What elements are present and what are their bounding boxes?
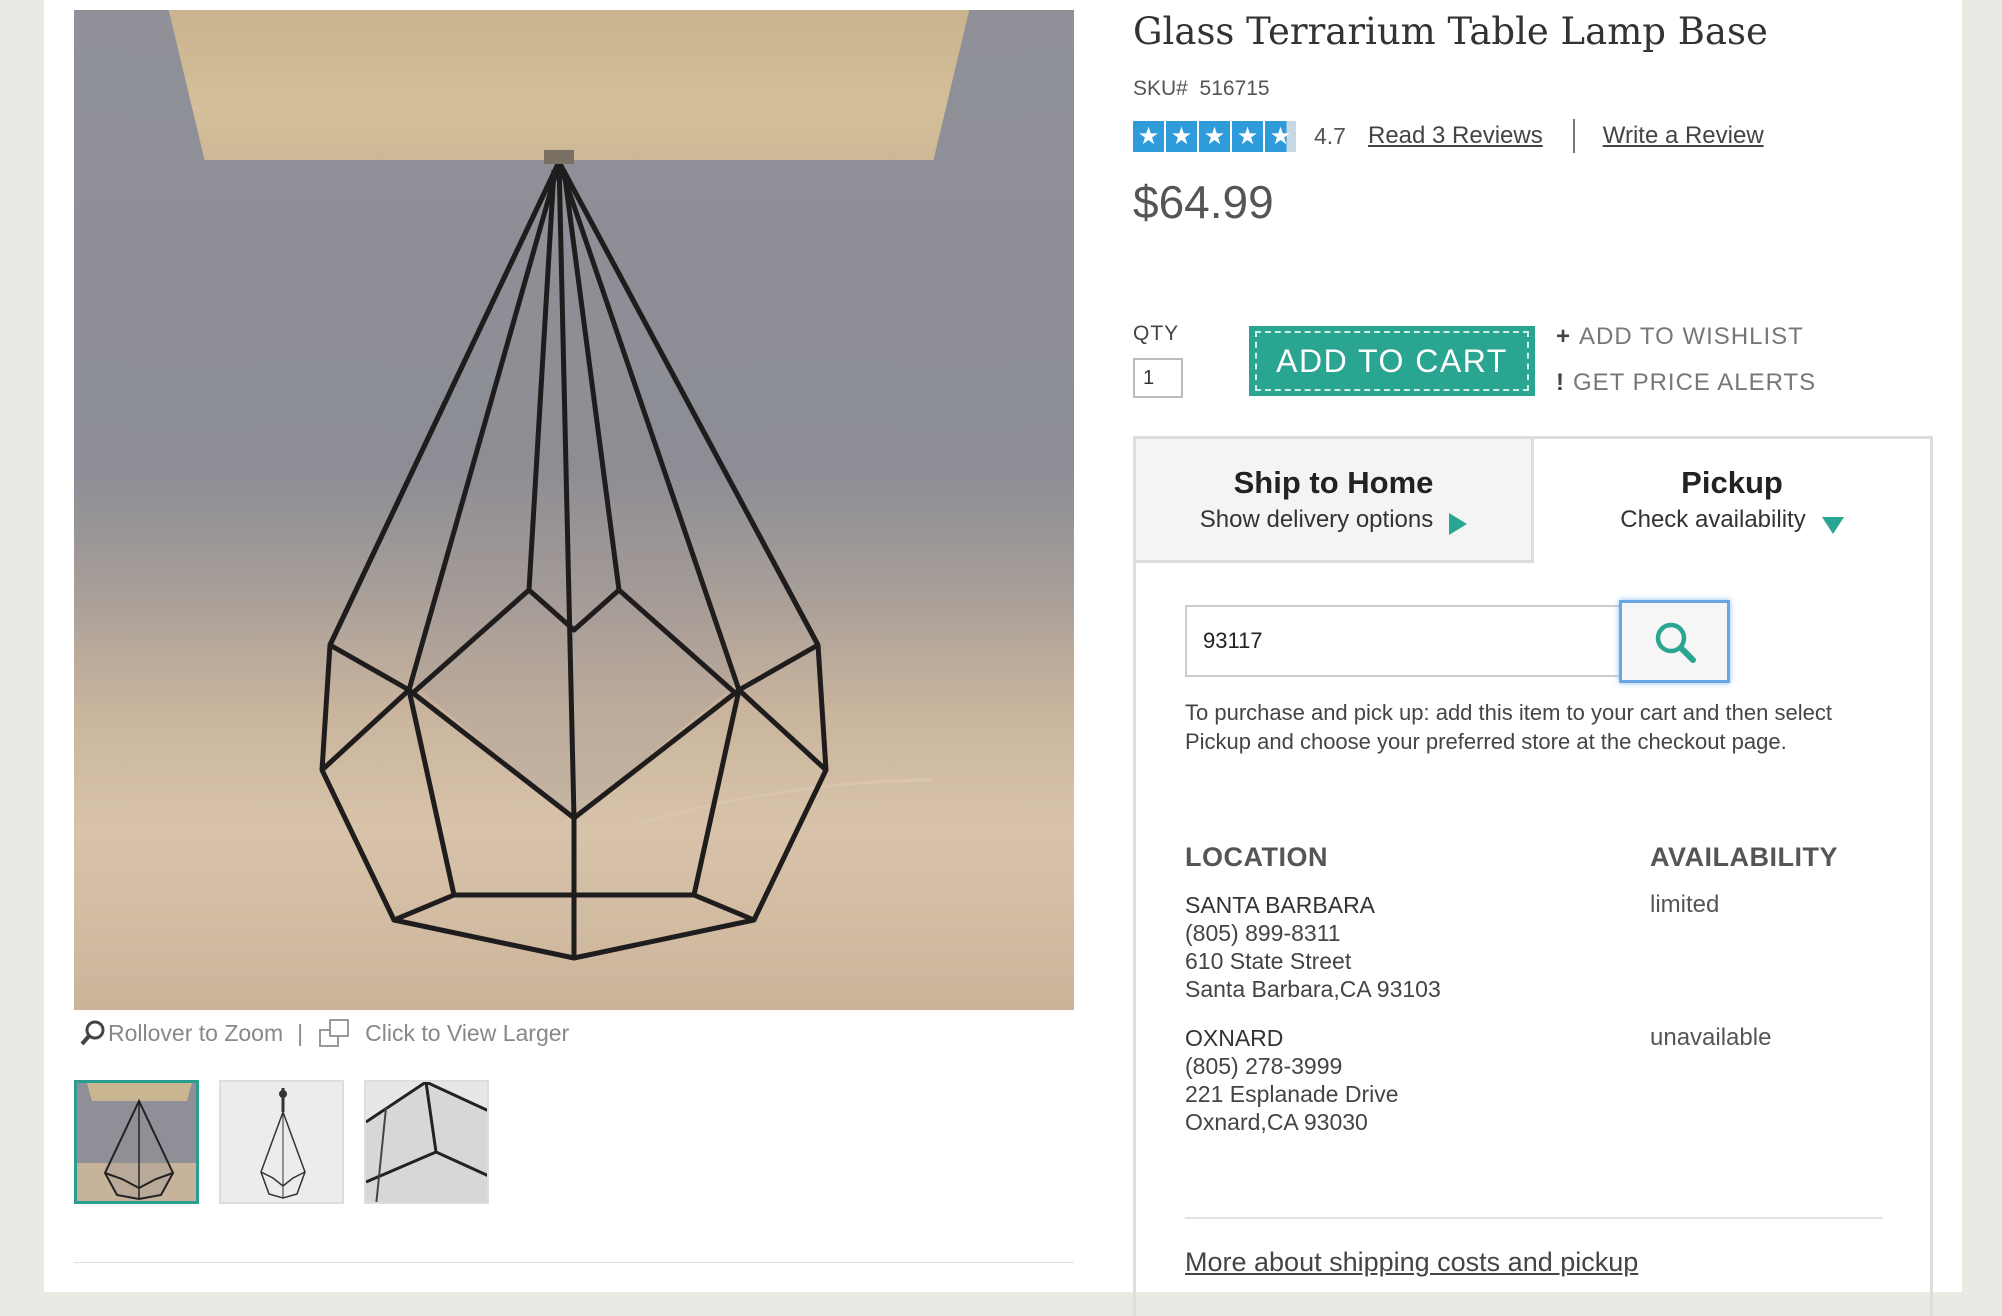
zoom-magnifier-icon bbox=[80, 1020, 105, 1046]
thumbnail-1[interactable] bbox=[74, 1080, 199, 1204]
product-page: Rollover to Zoom | Click to View Larger bbox=[44, 0, 1962, 1316]
read-reviews-link[interactable]: Read 3 Reviews bbox=[1368, 122, 1543, 150]
price-alerts-label: GET PRICE ALERTS bbox=[1573, 369, 1817, 396]
view-larger-label: Click to View Larger bbox=[365, 1019, 570, 1046]
shipping-info-link[interactable]: More about shipping costs and pickup bbox=[1185, 1247, 1638, 1278]
qty-label: QTY bbox=[1133, 322, 1180, 345]
arrow-right-icon bbox=[1449, 513, 1468, 535]
gallery-divider bbox=[74, 1262, 1074, 1263]
wishlist-label: ADD TO WISHLIST bbox=[1579, 323, 1804, 350]
sku-number: 516715 bbox=[1199, 77, 1270, 100]
check-availability-label: Check availability bbox=[1620, 505, 1806, 533]
location-header: LOCATION bbox=[1185, 842, 1328, 872]
store-entry: OXNARD (805) 278-3999 221 Esplanade Driv… bbox=[1185, 1024, 1399, 1136]
star-icon: ★ bbox=[1232, 120, 1263, 152]
tab-ship-to-home[interactable]: Ship to Home Show delivery options bbox=[1136, 439, 1534, 563]
sku: SKU# 516715 bbox=[1133, 77, 1270, 101]
tools-separator: | bbox=[297, 1019, 304, 1046]
alert-icon: ! bbox=[1556, 369, 1565, 396]
add-to-wishlist-link[interactable]: + ADD TO WISHLIST bbox=[1556, 323, 1804, 351]
zip-search-button[interactable] bbox=[1619, 600, 1730, 683]
thumbnail-lamp-shade-image bbox=[77, 1083, 196, 1201]
image-tools: Rollover to Zoom | Click to View Larger bbox=[78, 1016, 569, 1050]
enlarge-icon bbox=[319, 1019, 350, 1047]
product-title: Glass Terrarium Table Lamp Base bbox=[1133, 10, 1768, 53]
zip-code-input[interactable] bbox=[1185, 605, 1622, 677]
star-icon: ★ bbox=[1133, 120, 1164, 152]
product-price: $64.99 bbox=[1133, 176, 1274, 228]
arrow-down-icon bbox=[1821, 517, 1844, 534]
store-availability: unavailable bbox=[1650, 1024, 1772, 1051]
fulfillment-panel: Ship to Home Show delivery options Picku… bbox=[1133, 436, 1933, 1316]
tab-pickup-title: Pickup bbox=[1681, 465, 1783, 500]
thumbnail-3[interactable] bbox=[364, 1080, 489, 1204]
thumbnail-lamp-base-image bbox=[221, 1082, 342, 1202]
add-to-cart-button[interactable]: ADD TO CART bbox=[1249, 326, 1535, 396]
terrarium-lamp-illustration bbox=[319, 150, 935, 961]
store-street: 221 Esplanade Drive bbox=[1185, 1081, 1399, 1107]
tab-pickup[interactable]: Pickup Check availability bbox=[1534, 439, 1930, 563]
rollover-zoom-label: Rollover to Zoom bbox=[108, 1019, 284, 1046]
store-name: OXNARD bbox=[1185, 1025, 1284, 1051]
store-phone: (805) 899-8311 bbox=[1185, 920, 1341, 946]
thumbnail-strip bbox=[74, 1080, 489, 1204]
store-city: Oxnard,CA 93030 bbox=[1185, 1109, 1368, 1135]
quantity-input[interactable] bbox=[1133, 358, 1183, 398]
price-alerts-link[interactable]: ! GET PRICE ALERTS bbox=[1556, 369, 1816, 397]
delivery-options-label: Show delivery options bbox=[1199, 506, 1434, 533]
availability-header: AVAILABILITY bbox=[1650, 842, 1838, 872]
rating-value: 4.7 bbox=[1314, 122, 1346, 149]
rating-divider bbox=[1572, 119, 1575, 153]
tab-ship-title: Ship to Home bbox=[1233, 465, 1434, 500]
search-icon bbox=[1655, 622, 1696, 663]
store-phone: (805) 278-3999 bbox=[1185, 1053, 1343, 1079]
tab-pickup-subtitle: Check availability bbox=[1534, 505, 1930, 534]
store-entry: SANTA BARBARA (805) 899-8311 610 State S… bbox=[1185, 891, 1441, 1003]
star-icon: ★ bbox=[1199, 120, 1230, 152]
thumbnail-2[interactable] bbox=[219, 1080, 344, 1204]
store-availability: limited bbox=[1650, 891, 1720, 918]
sku-label: SKU# bbox=[1133, 77, 1188, 100]
store-street: 610 State Street bbox=[1185, 948, 1352, 974]
write-review-link[interactable]: Write a Review bbox=[1603, 122, 1764, 150]
star-icon: ★ bbox=[1166, 120, 1197, 152]
panel-divider bbox=[1185, 1217, 1883, 1219]
product-main-image[interactable] bbox=[74, 10, 1074, 1010]
partial-star-icon: ★ bbox=[1265, 120, 1296, 152]
star-rating: ★ ★ ★ ★ ★ bbox=[1133, 120, 1296, 152]
tab-ship-subtitle: Show delivery options bbox=[1136, 505, 1531, 535]
rollover-zoom[interactable]: Rollover to Zoom bbox=[78, 1018, 283, 1048]
add-to-cart-label: ADD TO CART bbox=[1255, 331, 1529, 391]
store-name: SANTA BARBARA bbox=[1185, 892, 1376, 918]
plus-icon: + bbox=[1556, 323, 1572, 350]
rating-row: ★ ★ ★ ★ ★ 4.7 Read 3 Reviews Write a Rev… bbox=[1133, 118, 1764, 154]
view-larger[interactable]: Click to View Larger bbox=[317, 1016, 569, 1050]
pickup-note: To purchase and pick up: add this item t… bbox=[1185, 700, 1832, 754]
store-city: Santa Barbara,CA 93103 bbox=[1185, 976, 1441, 1002]
thumbnail-glass-detail-image bbox=[366, 1082, 487, 1202]
